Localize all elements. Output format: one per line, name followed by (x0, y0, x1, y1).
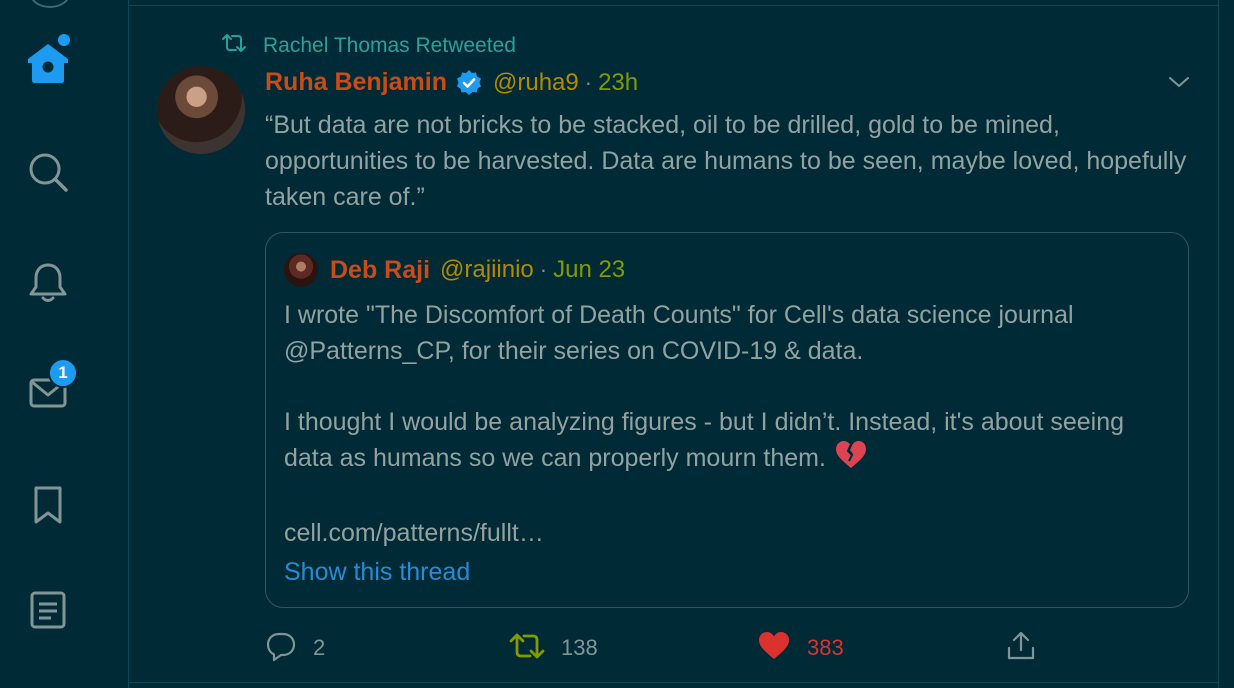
retweet-icon (509, 631, 545, 666)
nav-bookmarks[interactable] (20, 476, 76, 532)
tweet-text: “But data are not bricks to be stacked, … (265, 111, 1187, 211)
quote-header: Deb Raji @rajiinio · Jun 23 (284, 253, 625, 287)
broken-heart-icon (834, 440, 868, 480)
quote-author-name[interactable]: Deb Raji (330, 256, 430, 285)
sidebar-nav: 1 (0, 0, 129, 688)
nav-explore[interactable] (20, 144, 76, 200)
verified-badge-icon (455, 69, 483, 97)
quote-time[interactable]: Jun 23 (553, 256, 625, 284)
tweet-menu-button[interactable] (1165, 70, 1193, 98)
bell-icon (24, 258, 72, 306)
reply-button[interactable]: 2 (265, 628, 325, 668)
top-clipped-icon (30, 0, 70, 8)
tweet-actions: 2 138 383 (265, 628, 1185, 668)
divider (1218, 0, 1219, 688)
nav-home[interactable] (20, 32, 76, 88)
author-handle[interactable]: @ruha9 (493, 69, 579, 97)
timeline: Rachel Thomas Retweeted Ruha Benjamin @r… (129, 0, 1219, 688)
share-button[interactable] (1005, 628, 1037, 668)
share-icon (1005, 630, 1037, 667)
retweet-count: 138 (561, 635, 598, 660)
show-thread-link[interactable]: Show this thread (284, 558, 470, 587)
quote-avatar[interactable] (284, 253, 318, 287)
author-name[interactable]: Ruha Benjamin (265, 68, 447, 97)
home-icon (20, 32, 76, 88)
quote-link[interactable]: cell.com/patterns/fullt… (284, 515, 1174, 551)
list-icon (24, 586, 72, 634)
retweet-icon (221, 32, 247, 59)
quote-paragraph-text: I thought I would be analyzing figures -… (284, 408, 1125, 472)
tweet-header: Ruha Benjamin @ruha9 · 23h (265, 68, 638, 97)
quote-paragraph: I wrote "The Discomfort of Death Counts"… (284, 301, 1074, 365)
reply-icon (265, 630, 297, 667)
divider (129, 682, 1219, 683)
quote-paragraph: I thought I would be analyzing figures -… (284, 404, 1174, 480)
tweet-time[interactable]: 23h (598, 69, 638, 97)
nav-lists[interactable] (20, 582, 76, 638)
separator-dot: · (584, 69, 593, 95)
nav-notifications[interactable] (20, 254, 76, 310)
search-icon (24, 148, 72, 196)
retweet-label[interactable]: Rachel Thomas Retweeted (263, 34, 516, 58)
like-count: 383 (807, 635, 844, 660)
separator-dot: · (539, 257, 548, 282)
chevron-down-icon (1168, 75, 1190, 94)
like-button[interactable]: 383 (757, 628, 844, 668)
divider (129, 5, 1219, 6)
quote-text: I wrote "The Discomfort of Death Counts"… (284, 297, 1174, 551)
retweet-button[interactable]: 138 (509, 628, 598, 668)
bookmark-icon (24, 480, 72, 528)
quoted-tweet[interactable]: Deb Raji @rajiinio · Jun 23 I wrote "The… (265, 232, 1189, 608)
messages-badge: 1 (48, 358, 78, 388)
avatar[interactable] (157, 66, 245, 154)
quote-author-handle[interactable]: @rajiinio (440, 256, 534, 284)
retweet-context: Rachel Thomas Retweeted (221, 32, 516, 59)
reply-count: 2 (313, 635, 326, 660)
heart-icon (757, 631, 791, 666)
